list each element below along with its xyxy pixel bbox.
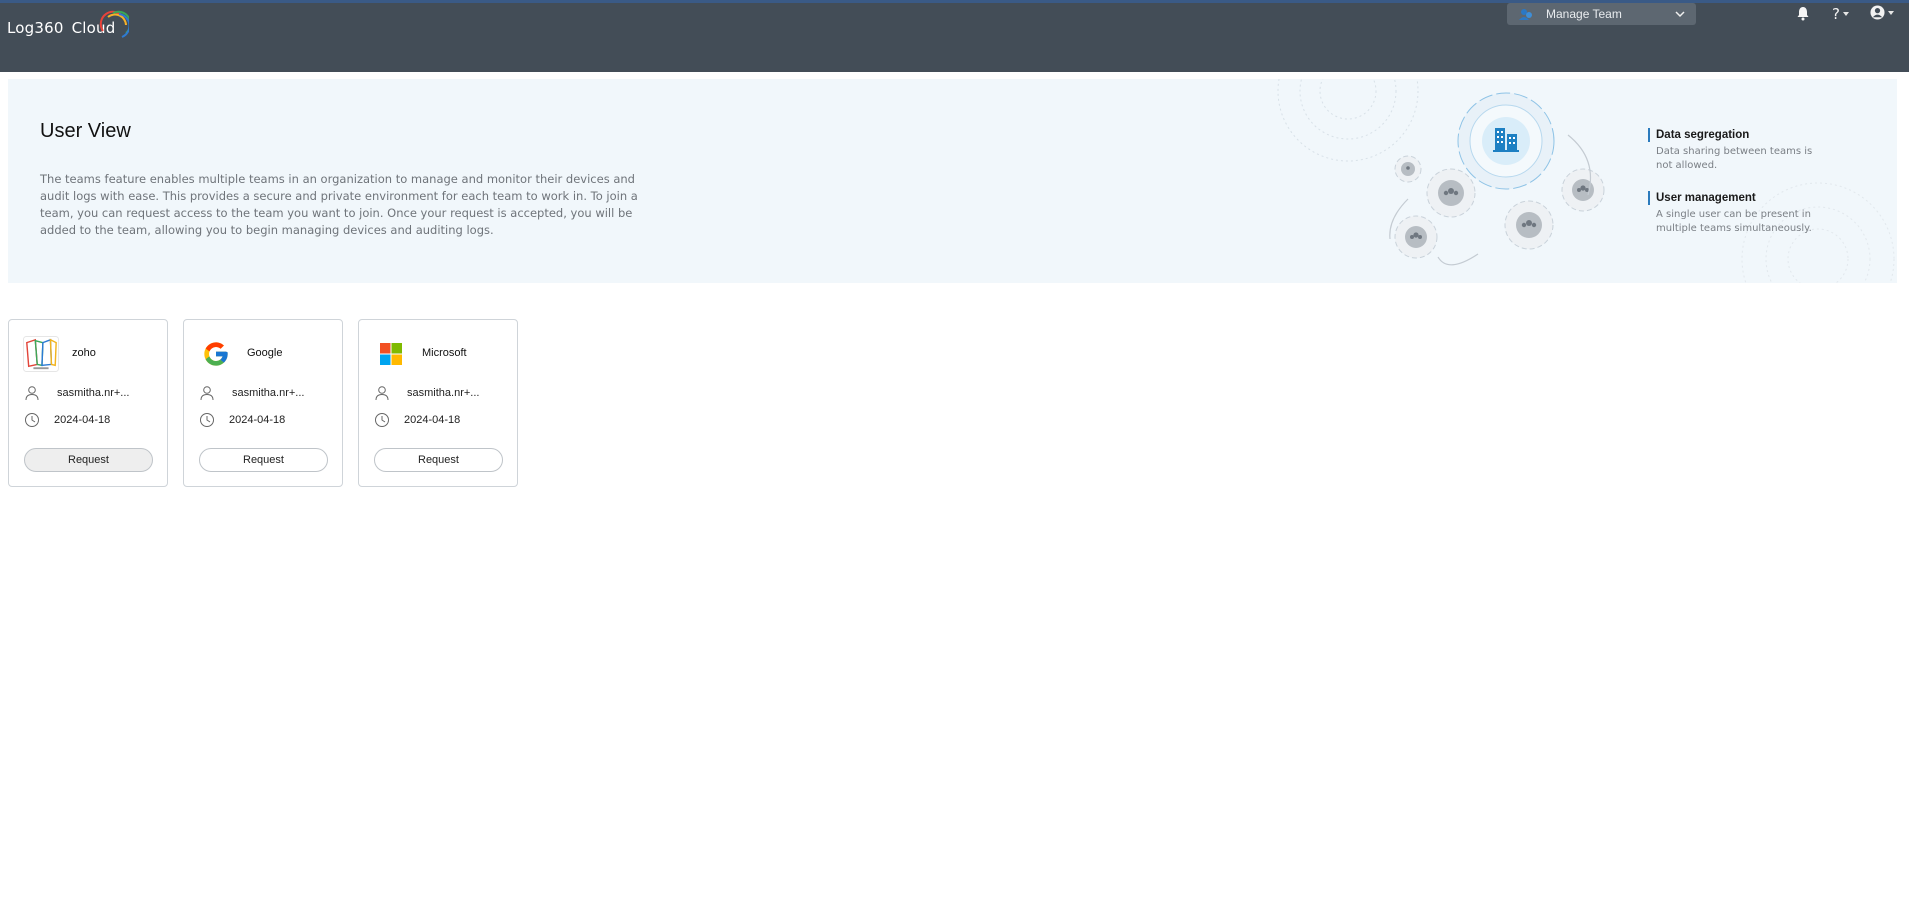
- clock-icon: [25, 413, 39, 427]
- team-date-row: 2024-04-18: [199, 412, 285, 428]
- user-avatar-icon: [1870, 5, 1885, 20]
- feature-data-segregation: Data segregation Data sharing between te…: [1648, 128, 1828, 173]
- user-view-banner: User View The teams feature enables mult…: [8, 79, 1897, 283]
- help-menu-button[interactable]: ?: [1832, 5, 1849, 23]
- team-owner-row: sasmitha.nr+...: [24, 385, 129, 401]
- team-owner: sasmitha.nr+...: [407, 387, 480, 399]
- logo-arc-icon: [99, 10, 129, 38]
- team-icon: [1519, 9, 1532, 20]
- team-date-row: 2024-04-18: [374, 412, 460, 428]
- feature-user-management: User management A single user can be pre…: [1648, 191, 1828, 236]
- user-icon: [200, 386, 214, 401]
- app-logo[interactable]: Log360 Cloud: [7, 10, 129, 45]
- help-icon: ?: [1832, 5, 1840, 23]
- manage-team-dropdown[interactable]: Manage Team: [1507, 3, 1696, 25]
- team-owner-row: sasmitha.nr+...: [374, 385, 479, 401]
- team-owner: sasmitha.nr+...: [57, 387, 130, 399]
- team-owner-row: sasmitha.nr+...: [199, 385, 304, 401]
- user-icon: [25, 386, 39, 401]
- team-created-date: 2024-04-18: [54, 414, 111, 426]
- chevron-down-icon: [1675, 11, 1685, 18]
- request-button[interactable]: Request: [199, 448, 328, 472]
- notification-bell-button[interactable]: [1796, 6, 1810, 21]
- feature-description: A single user can be present in multiple…: [1656, 209, 1812, 234]
- clock-icon: [200, 413, 214, 427]
- team-date-row: 2024-04-18: [24, 412, 110, 428]
- request-button[interactable]: Request: [24, 448, 153, 472]
- microsoft-logo-icon: [373, 336, 409, 372]
- team-name: Microsoft: [422, 347, 467, 359]
- feature-description: Data sharing between teams is not allowe…: [1656, 146, 1813, 171]
- user-account-menu[interactable]: [1870, 5, 1894, 20]
- team-card-google: Google sasmitha.nr+... 2024-04-18 Reques…: [183, 319, 343, 487]
- team-name: zoho: [72, 347, 96, 359]
- google-logo-icon: [198, 336, 234, 372]
- user-icon: [375, 386, 389, 401]
- team-created-date: 2024-04-18: [229, 414, 286, 426]
- caret-down-icon: [1842, 12, 1849, 16]
- team-created-date: 2024-04-18: [404, 414, 461, 426]
- bell-icon: [1797, 7, 1809, 21]
- top-navigation-bar: Log360 Cloud Manage Team ?: [0, 0, 1909, 72]
- manage-team-label: Manage Team: [1546, 7, 1622, 21]
- teams-gears-illustration: [1277, 79, 1605, 266]
- feature-title: Data segregation: [1648, 128, 1828, 142]
- team-card-zoho: zoho sasmitha.nr+... 2024-04-18 Request: [8, 319, 168, 487]
- page-title: User View: [40, 120, 131, 142]
- team-card-microsoft: Microsoft sasmitha.nr+... 2024-04-18 Req…: [358, 319, 518, 487]
- team-name: Google: [247, 347, 283, 359]
- page-description: The teams feature enables multiple teams…: [40, 172, 638, 237]
- feature-title: User management: [1648, 191, 1828, 205]
- team-owner: sasmitha.nr+...: [232, 387, 305, 399]
- request-button[interactable]: Request: [374, 448, 503, 472]
- clock-icon: [375, 413, 389, 427]
- caret-down-icon: [1888, 10, 1894, 15]
- zoho-logo-icon: [23, 336, 59, 372]
